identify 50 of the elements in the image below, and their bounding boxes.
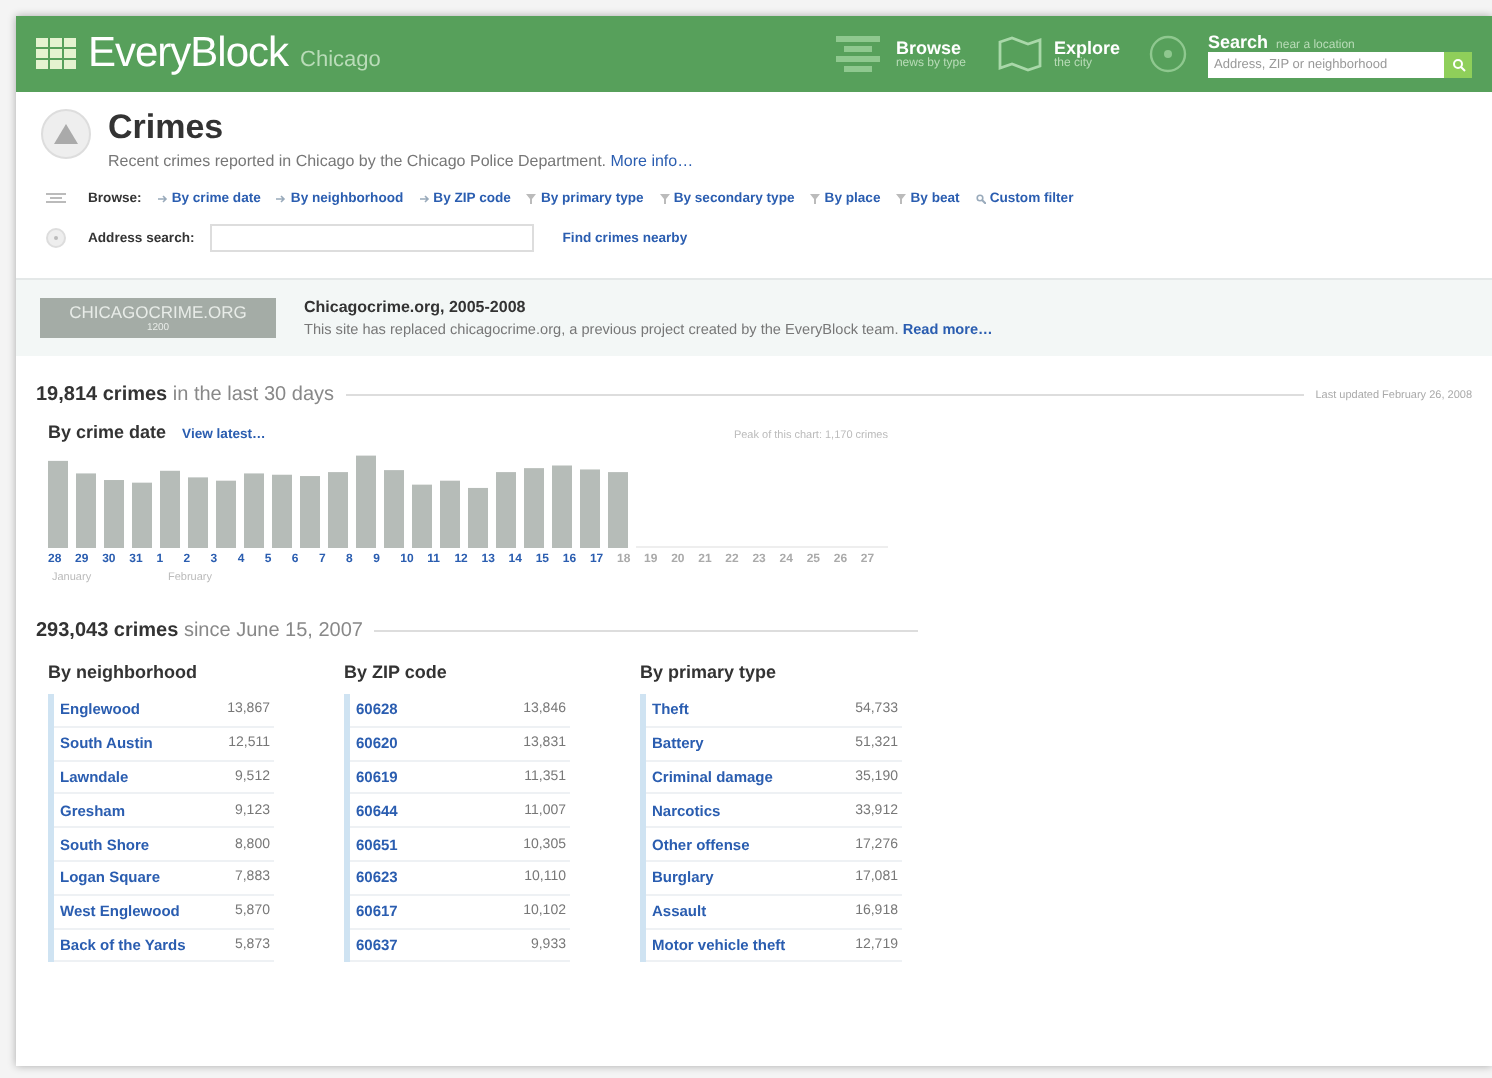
list-title: By neighborhood	[48, 662, 199, 682]
more-info-link[interactable]: More info…	[610, 152, 694, 170]
chart-bar	[76, 473, 96, 548]
chart-bar	[48, 460, 68, 548]
funnel-icon	[526, 193, 537, 203]
arrow-icon	[276, 193, 287, 203]
page-description: Recent crimes reported in Chicago by the Chicago Police Department. More info…	[108, 152, 694, 170]
total-count: 293,043 crimes since June 15, 2007	[36, 620, 363, 642]
city-name: Chicago	[300, 48, 381, 72]
list-icon	[831, 32, 884, 76]
page-title: Crimes	[108, 108, 226, 148]
search-label: Search	[1208, 31, 1269, 51]
list-icon	[46, 192, 66, 204]
chart-bar	[244, 473, 264, 548]
chart-bar	[524, 468, 544, 548]
chart-bar	[132, 482, 152, 548]
chart-bar	[440, 480, 460, 548]
target-icon	[1148, 34, 1188, 74]
notice-title: Chicagocrime.org, 2005-2008	[304, 298, 528, 316]
chart-bar	[608, 472, 628, 548]
location-icon	[46, 228, 66, 248]
chart-bar	[468, 487, 488, 548]
chart-bar	[356, 455, 376, 548]
address-field[interactable]	[210, 224, 535, 252]
arrow-icon	[419, 193, 430, 203]
chart-bar	[552, 465, 572, 548]
recent-count: 19,814 crimes in the last 30 days	[36, 384, 335, 406]
chart-bar	[328, 472, 348, 548]
list-title: By primary type	[640, 662, 779, 682]
chart-bar	[104, 480, 124, 548]
chart-bar	[496, 472, 516, 548]
chart-bar	[580, 469, 600, 548]
chart-bar	[300, 476, 320, 548]
search-icon	[975, 193, 986, 203]
chart-title: By crime date	[48, 422, 167, 442]
funnel-icon	[659, 193, 670, 203]
search-icon	[1451, 57, 1465, 71]
map-icon	[997, 36, 1042, 72]
grid-logo-icon	[36, 38, 76, 70]
chart-bar	[160, 470, 180, 548]
funnel-icon	[810, 193, 821, 203]
chart-bar	[216, 480, 236, 548]
chart-bar	[272, 474, 292, 548]
list-title: By ZIP code	[344, 662, 449, 682]
arrow-icon	[157, 193, 168, 203]
chart-bar	[384, 470, 404, 548]
funnel-icon	[896, 193, 907, 203]
chart-bar	[412, 484, 432, 548]
chart-bar	[188, 477, 208, 548]
search-button[interactable]	[1444, 51, 1472, 77]
